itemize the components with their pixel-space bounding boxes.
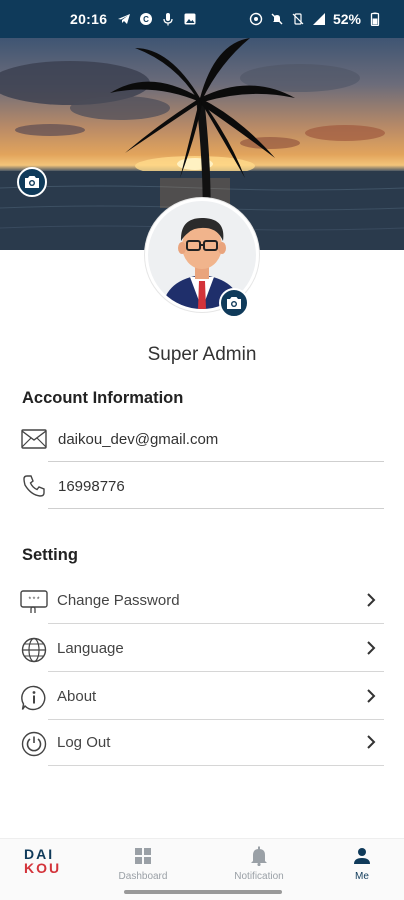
setting-label: Language	[57, 640, 124, 657]
power-icon	[20, 730, 48, 758]
account-info-heading: Account Information	[22, 389, 184, 407]
chevron-right-icon	[364, 590, 378, 610]
divider	[48, 623, 384, 624]
change-avatar-camera-button[interactable]	[219, 288, 249, 318]
chevron-right-icon	[364, 638, 378, 658]
nav-dashboard[interactable]: Dashboard	[98, 845, 188, 882]
setting-label: About	[57, 688, 97, 705]
nav-label: Dashboard	[118, 871, 168, 882]
password-icon: ***	[20, 588, 48, 616]
setting-label: Log Out	[57, 734, 111, 751]
divider	[48, 671, 384, 672]
logo-line-2: KOU	[24, 860, 62, 876]
info-icon	[20, 684, 48, 712]
dashboard-icon	[132, 845, 154, 867]
chevron-right-icon	[364, 732, 378, 752]
phone-row: 16998776	[0, 463, 404, 509]
app-notification-icon: C	[139, 12, 153, 26]
profile-name: Super Admin	[147, 344, 257, 365]
telegram-icon	[117, 12, 131, 26]
battery-icon	[368, 12, 382, 26]
setting-heading: Setting	[22, 546, 78, 564]
globe-icon	[20, 636, 48, 664]
camera-icon	[227, 297, 241, 309]
status-time: 20:16	[70, 11, 108, 27]
phone-value: 16998776	[58, 477, 125, 495]
mute-icon	[270, 12, 284, 26]
svg-text:C: C	[143, 15, 149, 24]
gesture-home-bar[interactable]	[124, 890, 282, 894]
nav-label: Notification	[234, 871, 284, 882]
signal-icon	[312, 12, 326, 26]
logo-line-1: DAI	[24, 846, 55, 862]
setting-log-out[interactable]: Log Out	[0, 720, 404, 766]
setting-change-password[interactable]: *** Change Password	[0, 578, 404, 624]
person-icon	[351, 845, 373, 867]
envelope-icon	[21, 426, 47, 452]
nav-label: Me	[355, 871, 369, 882]
email-value: daikou_dev@gmail.com	[58, 430, 219, 448]
svg-text:***: ***	[28, 597, 41, 605]
change-cover-camera-button[interactable]	[17, 167, 47, 197]
phone-icon	[21, 473, 47, 499]
bell-icon	[248, 845, 270, 867]
camera-icon	[25, 176, 39, 188]
status-bar: 20:16 C 52%	[0, 0, 404, 38]
battery-percent: 52%	[332, 11, 361, 27]
nav-me[interactable]: Me	[317, 845, 404, 882]
setting-about[interactable]: About	[0, 674, 404, 720]
vibrate-icon	[291, 12, 305, 26]
setting-language[interactable]: Language	[0, 626, 404, 672]
email-row: daikou_dev@gmail.com	[0, 416, 404, 462]
divider	[48, 765, 384, 766]
setting-label: Change Password	[57, 592, 180, 609]
nav-notification[interactable]: Notification	[214, 845, 304, 882]
microphone-icon	[161, 12, 175, 26]
divider	[48, 461, 384, 462]
divider	[48, 508, 384, 509]
image-icon	[183, 12, 197, 26]
nfc-icon	[249, 12, 263, 26]
daikou-logo: DAI KOU	[24, 847, 64, 879]
chevron-right-icon	[364, 686, 378, 706]
